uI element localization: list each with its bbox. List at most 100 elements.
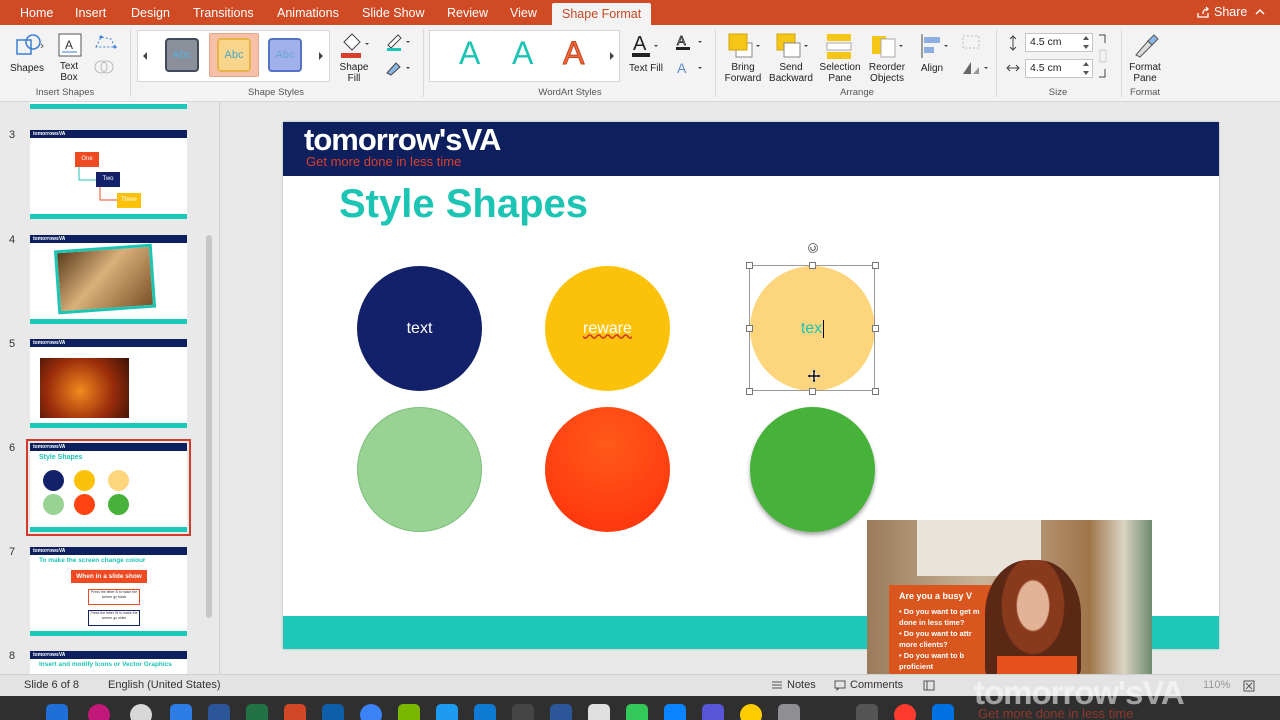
text-effects-icon[interactable]: A bbox=[674, 59, 704, 77]
style-preset-gray[interactable]: Abc bbox=[165, 38, 199, 72]
wordart-style-2[interactable]: A bbox=[512, 35, 533, 72]
powerpoint-dock-icon[interactable] bbox=[284, 704, 306, 720]
tab-insert[interactable]: Insert bbox=[75, 0, 106, 25]
resize-handle[interactable] bbox=[746, 388, 753, 395]
lock-aspect-icon[interactable] bbox=[1097, 33, 1109, 79]
shapes-icon[interactable] bbox=[11, 32, 45, 62]
gallery-prev-icon[interactable] bbox=[141, 51, 149, 61]
slide-thumbnail-4[interactable]: tomorrowsVA bbox=[30, 235, 187, 324]
slide-thumbnail-7[interactable]: tomorrowsVA To make the screen change co… bbox=[30, 547, 187, 636]
resize-handle[interactable] bbox=[872, 388, 879, 395]
app-dock-icon[interactable] bbox=[664, 704, 686, 720]
app-dock-icon[interactable] bbox=[130, 704, 152, 720]
normal-view-icon[interactable] bbox=[923, 680, 935, 691]
send-backward-icon[interactable] bbox=[774, 31, 810, 61]
wordart-style-1[interactable]: A bbox=[459, 35, 480, 72]
selection-pane-icon[interactable] bbox=[824, 31, 856, 61]
style-preset-gold[interactable]: Abc bbox=[217, 38, 251, 72]
app-dock-icon[interactable] bbox=[894, 704, 916, 720]
style-preset-blue[interactable]: Abc bbox=[268, 38, 302, 72]
send-backward-label: Send Backward bbox=[769, 62, 813, 84]
tab-home[interactable]: Home bbox=[20, 0, 53, 25]
align-icon[interactable] bbox=[918, 31, 950, 61]
tab-design[interactable]: Design bbox=[131, 0, 170, 25]
circle-shape-green[interactable] bbox=[750, 407, 875, 532]
app-dock-icon[interactable] bbox=[436, 704, 458, 720]
align-label: Align bbox=[920, 63, 944, 74]
slide-thumbnail-5[interactable]: tomorrowsVA bbox=[30, 339, 187, 428]
text-outline-icon[interactable]: A bbox=[674, 33, 704, 51]
app-dock-icon[interactable] bbox=[322, 704, 344, 720]
app-dock-icon[interactable] bbox=[778, 704, 800, 720]
circle-shape-orange-red[interactable] bbox=[545, 407, 670, 532]
slide-thumbnail-8[interactable]: tomorrowsVA Insert and modify Icons or V… bbox=[30, 651, 187, 674]
app-dock-icon[interactable] bbox=[740, 704, 762, 720]
merge-shapes-icon[interactable] bbox=[93, 59, 115, 75]
circle-shape-navy[interactable]: text bbox=[357, 266, 482, 391]
slide-thumbnail-3[interactable]: tomorrowsVA One Two Three bbox=[30, 130, 187, 219]
fit-to-window-icon[interactable] bbox=[1243, 680, 1255, 692]
group-objects-icon[interactable] bbox=[960, 33, 986, 51]
tab-review[interactable]: Review bbox=[447, 0, 488, 25]
app-dock-icon[interactable] bbox=[398, 704, 420, 720]
paint-bucket-icon[interactable] bbox=[338, 30, 370, 60]
thumb-brand: tomorrowsVA bbox=[33, 444, 66, 450]
resize-handle[interactable] bbox=[809, 262, 816, 269]
wordart-style-3[interactable]: A bbox=[562, 35, 584, 72]
share-button[interactable]: Share bbox=[1214, 0, 1280, 25]
edit-shape-icon[interactable] bbox=[93, 33, 121, 51]
width-stepper-icon[interactable] bbox=[1082, 60, 1090, 77]
height-stepper-icon[interactable] bbox=[1082, 34, 1090, 51]
app-dock-icon[interactable] bbox=[360, 704, 382, 720]
comments-button[interactable]: Comments bbox=[850, 679, 903, 691]
app-dock-icon[interactable] bbox=[702, 704, 724, 720]
slide-title[interactable]: Style Shapes bbox=[339, 182, 588, 227]
slide-thumbnail-2-partial[interactable] bbox=[30, 102, 187, 109]
app-dock-icon[interactable] bbox=[170, 704, 192, 720]
thumb-title: To make the screen change colour bbox=[39, 557, 146, 564]
app-dock-icon[interactable] bbox=[856, 704, 878, 720]
word-dock-icon[interactable] bbox=[208, 704, 230, 720]
reorder-objects-icon[interactable] bbox=[869, 31, 905, 61]
text-box-icon[interactable]: A bbox=[57, 32, 83, 60]
bring-forward-icon[interactable] bbox=[726, 31, 762, 61]
finder-dock-icon[interactable] bbox=[46, 704, 68, 720]
shape-outline-icon[interactable] bbox=[384, 33, 412, 51]
resize-handle[interactable] bbox=[746, 325, 753, 332]
zoom-level[interactable]: 110% bbox=[1203, 679, 1230, 691]
app-dock-icon[interactable] bbox=[474, 704, 496, 720]
tab-shape-format[interactable]: Shape Format bbox=[552, 3, 652, 25]
slide-number-3: 3 bbox=[9, 129, 16, 141]
wordart-next-icon[interactable] bbox=[608, 51, 616, 61]
svg-text:A: A bbox=[65, 38, 73, 52]
text-fill-icon[interactable]: A bbox=[630, 31, 660, 61]
circle-shape-yellow[interactable]: reware bbox=[545, 266, 670, 391]
resize-handle[interactable] bbox=[872, 262, 879, 269]
slide-number-5: 5 bbox=[9, 338, 16, 350]
app-dock-icon[interactable] bbox=[588, 704, 610, 720]
format-pane-icon[interactable] bbox=[1130, 31, 1160, 61]
resize-handle[interactable] bbox=[809, 388, 816, 395]
tab-transitions[interactable]: Transitions bbox=[193, 0, 254, 25]
thumbnail-scrollbar[interactable] bbox=[206, 235, 212, 618]
circle-shape-light-green[interactable] bbox=[357, 407, 482, 532]
slide-thumbnail-6-selected[interactable]: tomorrowsVA Style Shapes bbox=[26, 439, 191, 536]
app-dock-icon[interactable] bbox=[88, 704, 110, 720]
app-dock-icon[interactable] bbox=[550, 704, 572, 720]
tab-animations[interactable]: Animations bbox=[277, 0, 339, 25]
app-dock-icon[interactable] bbox=[626, 704, 648, 720]
resize-handle[interactable] bbox=[872, 325, 879, 332]
collapse-ribbon-icon[interactable] bbox=[1254, 6, 1266, 18]
shape-effects-icon[interactable] bbox=[384, 59, 412, 77]
app-dock-icon[interactable] bbox=[512, 704, 534, 720]
rotate-icon[interactable] bbox=[960, 59, 990, 77]
excel-dock-icon[interactable] bbox=[246, 704, 268, 720]
notes-button[interactable]: Notes bbox=[787, 679, 816, 691]
resize-handle[interactable] bbox=[746, 262, 753, 269]
rotate-handle-icon[interactable] bbox=[807, 242, 819, 254]
tab-view[interactable]: View bbox=[510, 0, 537, 25]
app-dock-icon[interactable] bbox=[932, 704, 954, 720]
gallery-next-icon[interactable] bbox=[317, 51, 325, 61]
language-status[interactable]: English (United States) bbox=[108, 679, 221, 691]
tab-slide-show[interactable]: Slide Show bbox=[362, 0, 425, 25]
